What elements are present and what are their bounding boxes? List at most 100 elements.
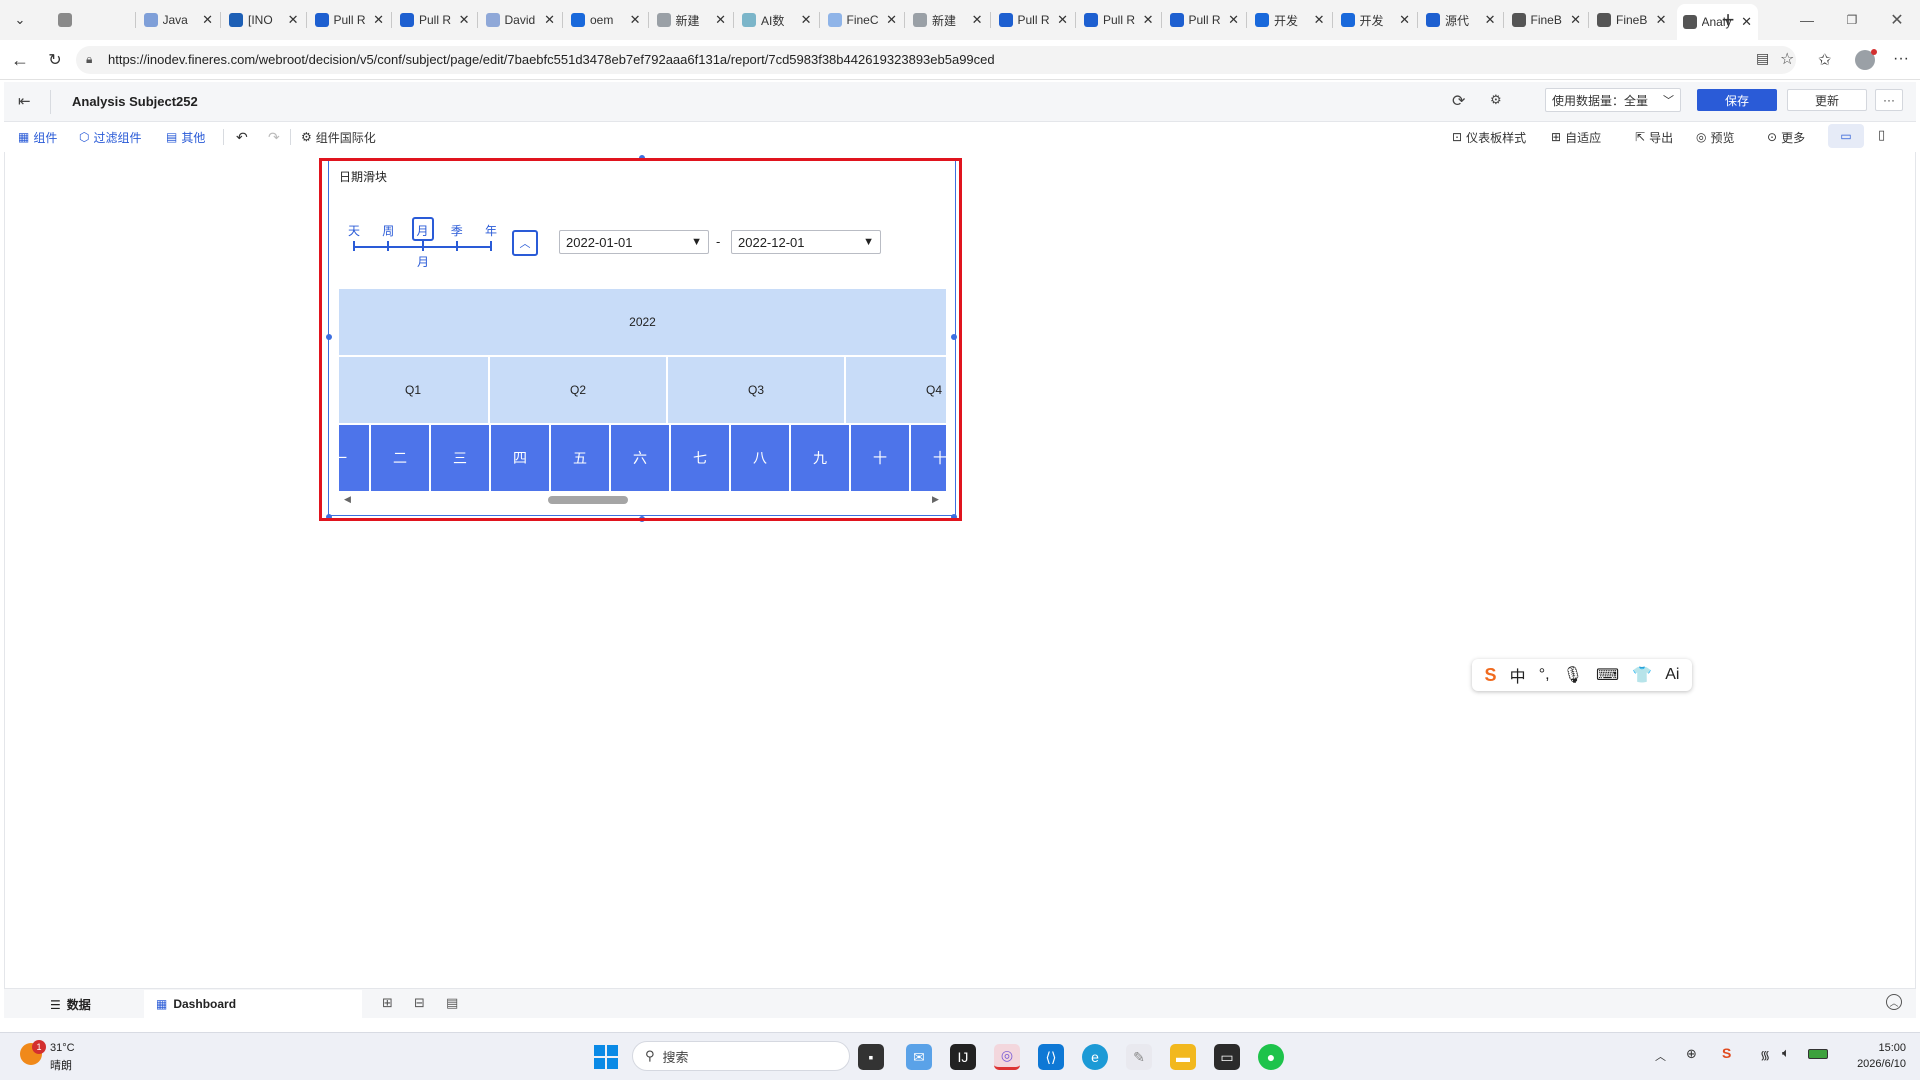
- close-tab-icon[interactable]: ✕: [715, 12, 726, 28]
- export-button[interactable]: ⇱ 导出: [1635, 126, 1673, 148]
- battery-icon[interactable]: [1808, 1049, 1828, 1059]
- undo-icon[interactable]: ↶: [236, 126, 248, 148]
- taskbar-search-box[interactable]: ⚲ 搜索: [632, 1041, 850, 1071]
- close-tab-icon[interactable]: ✕: [288, 12, 299, 28]
- browser-tab[interactable]: 新建 ✕: [907, 6, 989, 34]
- month-cell[interactable]: 六: [611, 425, 669, 491]
- close-tab-icon[interactable]: ✕: [1143, 12, 1154, 28]
- start-button[interactable]: [594, 1045, 618, 1069]
- exit-edit-icon[interactable]: ⇤: [18, 92, 31, 110]
- browser-tab[interactable]: David ✕: [480, 6, 562, 34]
- i18n-menu[interactable]: ⚙︎ 组件国际化: [301, 126, 376, 148]
- dashboard-style-button[interactable]: ⊡ 仪表板样式: [1452, 126, 1526, 148]
- language-icon[interactable]: ⊕: [1686, 1046, 1697, 1062]
- minimize-button[interactable]: —: [1795, 8, 1819, 32]
- sogou-logo-icon[interactable]: S: [1485, 665, 1497, 686]
- browser-tab[interactable]: Pull R ✕: [993, 6, 1075, 34]
- reader-mode-icon[interactable]: ▤: [1756, 50, 1769, 67]
- quarter-cell[interactable]: Q3: [668, 357, 844, 423]
- other-menu[interactable]: ▤ 其他: [166, 126, 205, 148]
- close-tab-icon[interactable]: ✕: [1228, 12, 1239, 28]
- add-dashboard-icon[interactable]: ⊞: [382, 995, 393, 1011]
- close-window-button[interactable]: ✕: [1885, 8, 1909, 32]
- start-date-select[interactable]: 2022-01-01 ▼: [559, 230, 709, 254]
- browser-tab[interactable]: Pull R ✕: [309, 6, 391, 34]
- month-cell[interactable]: 五: [551, 425, 609, 491]
- close-tab-icon[interactable]: ✕: [1656, 12, 1667, 28]
- ai-icon[interactable]: Ai: [1665, 666, 1679, 684]
- browser-tab[interactable]: FineC ✕: [822, 6, 904, 34]
- quarter-cell[interactable]: Q1: [339, 357, 488, 423]
- desktop-view-icon[interactable]: ▭: [1828, 124, 1864, 148]
- month-cell[interactable]: 八: [731, 425, 789, 491]
- url-field[interactable]: 🔒︎ https://inodev.fineres.com/webroot/de…: [76, 46, 1796, 74]
- close-tab-icon[interactable]: ✕: [1570, 12, 1581, 28]
- month-cell[interactable]: 十: [911, 425, 946, 491]
- month-cell[interactable]: 四: [491, 425, 549, 491]
- postman-icon[interactable]: ✎: [1126, 1044, 1152, 1070]
- browser-tab[interactable]: 开发 ✕: [1335, 6, 1417, 34]
- settings-link-icon[interactable]: ⚙︎: [1490, 92, 1502, 108]
- add-component-icon[interactable]: ⊟: [414, 995, 425, 1011]
- adaptive-button[interactable]: ⊞ 自适应: [1551, 126, 1601, 148]
- year-cell[interactable]: 2022: [339, 289, 946, 355]
- browser-menu-icon[interactable]: ···: [1893, 50, 1909, 68]
- browser-tab[interactable]: Java ✕: [138, 6, 220, 34]
- browser-tab[interactable]: 开发 ✕: [1249, 6, 1331, 34]
- new-tab-button[interactable]: +: [1714, 6, 1742, 34]
- close-tab-icon[interactable]: ✕: [801, 12, 812, 28]
- granularity-option[interactable]: 季: [451, 222, 463, 239]
- granularity-option[interactable]: 天: [348, 222, 360, 239]
- close-tab-icon[interactable]: ✕: [1485, 12, 1496, 28]
- mobile-view-icon[interactable]: ▯: [1878, 127, 1885, 143]
- browser-tab[interactable]: 新建 ✕: [651, 6, 733, 34]
- update-button[interactable]: 更新: [1787, 89, 1867, 111]
- browser-tab[interactable]: FineB ✕: [1506, 6, 1588, 34]
- scroll-right-arrow-icon[interactable]: ▶: [932, 494, 939, 505]
- close-tab-icon[interactable]: ✕: [972, 12, 983, 28]
- microphone-icon[interactable]: 🎙: [1563, 665, 1583, 685]
- sogou-tray-icon[interactable]: S: [1722, 1045, 1731, 1061]
- browser-tab[interactable]: Pull R ✕: [394, 6, 476, 34]
- filter-component-menu[interactable]: ⬡ 过滤组件: [79, 126, 142, 148]
- dashboard-tab[interactable]: ▦ Dashboard: [144, 990, 362, 1018]
- close-tab-icon[interactable]: ✕: [202, 12, 213, 28]
- punctuation-icon[interactable]: °,: [1539, 666, 1550, 684]
- collapse-up-icon[interactable]: ︿: [1886, 994, 1902, 1010]
- close-tab-icon[interactable]: ✕: [630, 12, 641, 28]
- month-cell[interactable]: 二: [371, 425, 429, 491]
- terminal-icon[interactable]: ▭: [1214, 1044, 1240, 1070]
- collapse-toggle[interactable]: ︿: [512, 230, 538, 256]
- granularity-tick[interactable]: [421, 241, 424, 251]
- component-menu[interactable]: ▦ 组件: [18, 126, 57, 148]
- data-tab[interactable]: ☰ 数据: [50, 996, 91, 1013]
- close-tab-icon[interactable]: ✕: [459, 12, 470, 28]
- month-cell[interactable]: 三: [431, 425, 489, 491]
- end-date-select[interactable]: 2022-12-01 ▼: [731, 230, 881, 254]
- back-arrow-icon[interactable]: ←: [8, 48, 32, 72]
- add-story-icon[interactable]: ▤: [446, 995, 458, 1011]
- granularity-tick[interactable]: [387, 241, 390, 251]
- browser-tab[interactable]: oem ✕: [565, 6, 647, 34]
- teams-icon[interactable]: ✉: [906, 1044, 932, 1070]
- chinese-mode-icon[interactable]: 中: [1510, 663, 1526, 687]
- close-tab-icon[interactable]: ✕: [1314, 12, 1325, 28]
- site-info-icon[interactable]: 🔒︎: [86, 52, 92, 67]
- browser-tab[interactable]: FineB ✕: [1591, 6, 1673, 34]
- favorite-star-icon[interactable]: ☆: [1780, 49, 1794, 69]
- data-scope-select[interactable]: 使用数据量：全量 ﹀: [1545, 88, 1681, 112]
- granularity-tick[interactable]: [490, 241, 492, 251]
- selected-granularity-box[interactable]: [412, 217, 434, 241]
- volume-icon[interactable]: 🔈︎: [1782, 1045, 1790, 1061]
- intellij-icon[interactable]: IJ: [950, 1044, 976, 1070]
- browser-tab[interactable]: AI数 ✕: [736, 6, 818, 34]
- tray-overflow-icon[interactable]: ︿: [1655, 1048, 1666, 1064]
- granularity-tick[interactable]: [455, 241, 458, 251]
- quarter-cell[interactable]: Q4: [846, 357, 946, 423]
- browser-tab[interactable]: [INO ✕: [223, 6, 305, 34]
- preview-button[interactable]: ◎ 预览: [1696, 126, 1735, 148]
- granularity-option[interactable]: 周: [382, 222, 394, 239]
- granularity-option[interactable]: 年: [485, 222, 497, 239]
- browser-tab[interactable]: 源代 ✕: [1420, 6, 1502, 34]
- wifi-icon[interactable]: ᯾: [1760, 1046, 1770, 1063]
